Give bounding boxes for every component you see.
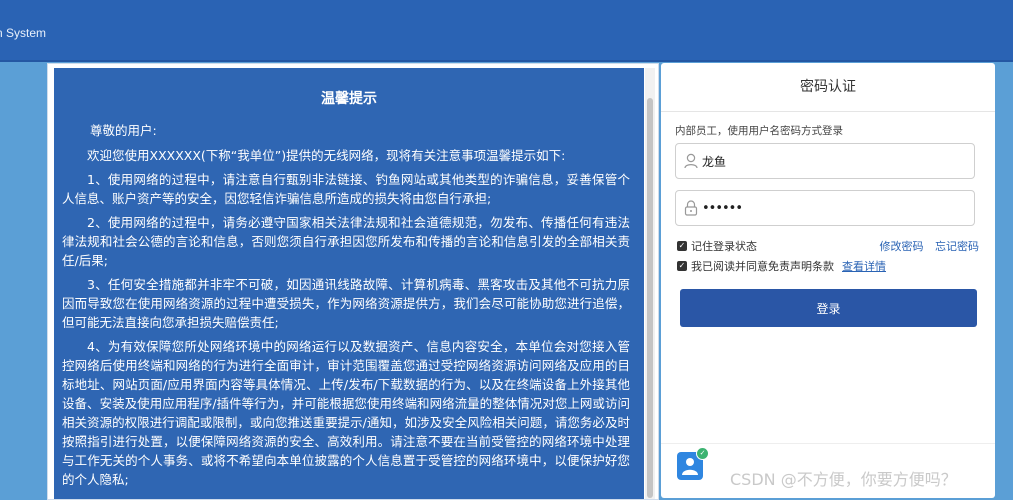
- login-button[interactable]: 登录: [680, 289, 977, 327]
- view-details-link[interactable]: 查看详情: [842, 258, 886, 274]
- account-links: 修改密码 忘记密码: [872, 238, 980, 254]
- notice-intro: 欢迎您使用XXXXXX(下称“我单位”)提供的无线网络，现将有关注意事项温馨提示…: [87, 148, 566, 163]
- notice-item-4: 4、为有效保障您所处网络环境中的网络运行以及数据资产、信息内容安全，本单位会对您…: [62, 339, 630, 487]
- username-value: 龙鱼: [702, 154, 727, 169]
- login-hint: 内部员工，使用用户名密码方式登录: [675, 125, 843, 137]
- system-title: n System: [0, 26, 47, 40]
- notice-item-3: 3、任何安全措施都并非牢不可破，如因通讯线路故障、计算机病毒、黑客攻击及其他不可…: [62, 277, 630, 330]
- check-badge-icon: ✓: [696, 447, 709, 460]
- notice-content[interactable]: 温馨提示 尊敬的用户: 欢迎您使用XXXXXX(下称“我单位”)提供的无线网络，…: [54, 68, 644, 499]
- username-field[interactable]: 龙鱼: [675, 143, 975, 179]
- watermark: CSDN @不方便，你要方便吗？: [730, 470, 957, 489]
- login-panel: 密码认证 内部员工，使用用户名密码方式登录 龙鱼 •••••• ✓ 记住登录状态…: [661, 63, 995, 498]
- login-title: 密码认证: [661, 63, 995, 112]
- notice-item-1: 1、使用网络的过程中，请注意自行甄别非法链接、钓鱼网站或其他类型的诈骗信息，妥善…: [62, 172, 630, 206]
- notice-scrollbar[interactable]: [645, 68, 655, 499]
- agree-row: ✓ 我已阅读并同意免责声明条款 查看详情: [677, 258, 886, 274]
- remember-row: ✓ 记住登录状态: [677, 238, 757, 254]
- notice-item-2: 2、使用网络的过程中，请务必遵守国家相关法律法规和社会道德规范，勿发布、传播任何…: [62, 215, 630, 268]
- password-value: ••••••: [702, 200, 743, 216]
- notice-title: 温馨提示: [321, 91, 377, 107]
- user-avatar-icon[interactable]: ✓: [677, 447, 709, 480]
- scrollbar-thumb[interactable]: [647, 98, 653, 498]
- top-bar: n System: [0, 0, 1013, 62]
- change-password-link[interactable]: 修改密码: [880, 240, 924, 253]
- forgot-password-link[interactable]: 忘记密码: [935, 240, 979, 253]
- remember-label: 记住登录状态: [691, 240, 757, 253]
- remember-checkbox[interactable]: ✓: [677, 241, 687, 251]
- user-icon: [684, 152, 700, 170]
- lock-icon: [684, 199, 700, 217]
- password-field[interactable]: ••••••: [675, 190, 975, 226]
- agree-label: 我已阅读并同意免责声明条款: [691, 260, 834, 273]
- notice-panel: 温馨提示 尊敬的用户: 欢迎您使用XXXXXX(下称“我单位”)提供的无线网络，…: [47, 63, 659, 500]
- notice-greeting: 尊敬的用户:: [90, 123, 157, 138]
- footer-divider: [661, 443, 995, 444]
- agree-checkbox[interactable]: ✓: [677, 261, 687, 271]
